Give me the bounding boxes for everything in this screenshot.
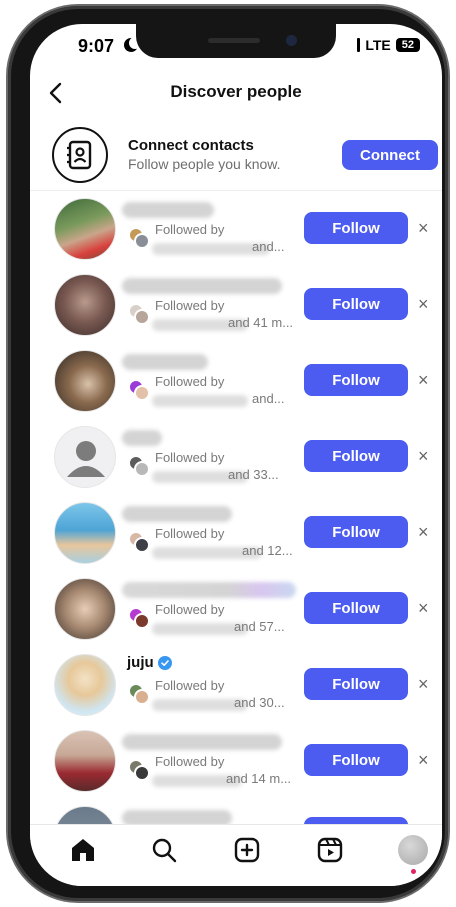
username-redacted	[122, 354, 208, 370]
followed-by-label: Followed by	[155, 602, 225, 617]
contact-book-icon	[52, 127, 108, 183]
username-redacted	[122, 430, 162, 446]
mutuals-count: and...	[252, 239, 285, 254]
default-avatar[interactable]	[54, 426, 116, 488]
list-item: juju Followed by and 30... Follow ×	[30, 652, 442, 728]
follow-button[interactable]: Follow	[304, 516, 408, 548]
dismiss-icon[interactable]: ×	[418, 446, 429, 466]
dismiss-icon[interactable]: ×	[418, 598, 429, 618]
dismiss-icon[interactable]: ×	[418, 674, 429, 694]
dismiss-icon[interactable]: ×	[418, 522, 429, 542]
follow-button[interactable]: Follow	[304, 288, 408, 320]
followed-by-label: Followed by	[155, 526, 225, 541]
followed-by-label: Followed by	[155, 222, 225, 237]
followed-by-label: Followed by	[155, 678, 225, 693]
page-title: Discover people	[170, 82, 302, 101]
status-time: 9:07	[78, 36, 115, 56]
list-item: Followed by and 12... Follow ×	[30, 500, 442, 576]
connect-title: Connect contacts	[128, 137, 254, 154]
mutual-avatars	[128, 303, 152, 327]
screen: 9:07 LTE 52 Discover people Connect cont…	[30, 24, 442, 886]
username-redacted	[122, 278, 282, 294]
username[interactable]: juju	[127, 654, 172, 671]
dismiss-icon[interactable]: ×	[418, 370, 429, 390]
follow-button[interactable]: Follow	[304, 212, 408, 244]
username-redacted	[122, 202, 214, 218]
mutual-avatars	[128, 379, 152, 403]
battery-icon: 52	[395, 38, 420, 52]
mutuals-redacted	[152, 395, 248, 407]
follow-button[interactable]: Follow	[304, 668, 408, 700]
phone-frame: 9:07 LTE 52 Discover people Connect cont…	[8, 6, 448, 901]
connect-button[interactable]: Connect	[342, 140, 438, 170]
list-item: Followed by and 41 m... Follow ×	[30, 272, 442, 348]
connect-contacts-row: Connect contacts Follow people you know.…	[30, 119, 442, 191]
network-label: LTE	[365, 37, 391, 53]
followed-by-label: Followed by	[155, 298, 225, 313]
mutual-avatars	[128, 683, 152, 707]
mutuals-count: and 12...	[242, 543, 293, 558]
dismiss-icon[interactable]: ×	[418, 750, 429, 770]
follow-button[interactable]: Follow	[304, 592, 408, 624]
list-item: Followed by and 57... Follow ×	[30, 576, 442, 652]
username-redacted	[122, 582, 296, 598]
avatar[interactable]	[54, 274, 116, 336]
mutual-avatars	[128, 455, 152, 479]
header: Discover people	[30, 74, 442, 112]
dismiss-icon[interactable]: ×	[418, 218, 429, 238]
status-indicators: LTE 52	[357, 37, 420, 53]
create-plus-icon[interactable]	[232, 835, 262, 865]
mutuals-count: and 57...	[234, 619, 285, 634]
username-redacted	[122, 734, 282, 750]
username-redacted	[122, 506, 232, 522]
search-icon[interactable]	[149, 835, 179, 865]
username-label: juju	[127, 654, 154, 671]
dismiss-icon[interactable]: ×	[418, 294, 429, 314]
mutuals-count: and...	[252, 391, 285, 406]
list-item: Followed by and 33... Follow ×	[30, 424, 442, 500]
avatar[interactable]	[54, 502, 116, 564]
avatar[interactable]	[54, 350, 116, 412]
home-icon[interactable]	[68, 835, 98, 865]
follow-button[interactable]: Follow	[304, 744, 408, 776]
notification-dot	[411, 869, 416, 874]
connect-subtitle: Follow people you know.	[128, 156, 281, 172]
verified-badge-icon	[157, 655, 172, 670]
mutuals-count: and 14 m...	[226, 771, 292, 786]
list-item: Followed by and... Follow ×	[30, 348, 442, 424]
signal-icon	[357, 38, 361, 52]
mutuals-count: and 33...	[228, 467, 279, 482]
mutual-avatars	[128, 531, 152, 555]
avatar[interactable]	[54, 578, 116, 640]
follow-button[interactable]: Follow	[304, 440, 408, 472]
followed-by-label: Followed by	[155, 450, 225, 465]
mutuals-count: and 41 m...	[228, 315, 294, 330]
list-item: Followed by and 14 m... Follow ×	[30, 728, 442, 804]
mutual-avatars	[128, 607, 152, 631]
mutual-avatars	[128, 759, 152, 783]
notch	[136, 24, 336, 58]
mutual-avatars	[128, 227, 152, 251]
reels-icon[interactable]	[315, 835, 345, 865]
profile-avatar[interactable]	[398, 835, 428, 865]
avatar[interactable]	[54, 198, 116, 260]
followed-by-label: Followed by	[155, 374, 225, 389]
list-item: Followed by and... Follow ×	[30, 196, 442, 272]
mutuals-count: and 30...	[234, 695, 285, 710]
followed-by-label: Followed by	[155, 754, 225, 769]
avatar[interactable]	[54, 654, 116, 716]
bottom-tab-bar	[30, 824, 442, 886]
follow-button[interactable]: Follow	[304, 364, 408, 396]
front-camera	[286, 35, 297, 46]
avatar[interactable]	[54, 730, 116, 792]
speaker	[208, 38, 260, 43]
